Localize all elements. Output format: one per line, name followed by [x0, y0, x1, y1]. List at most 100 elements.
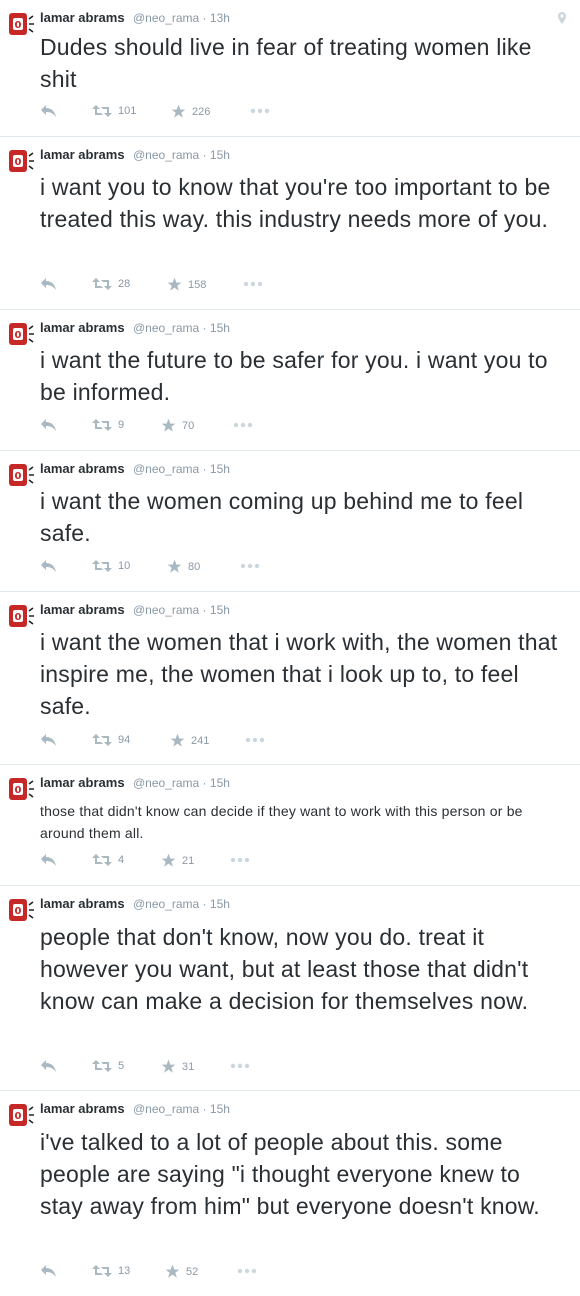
author-handle[interactable]: @neo_rama · 15h	[133, 897, 230, 911]
more-icon	[243, 281, 263, 287]
favorite-button[interactable]: 70	[161, 418, 194, 433]
author-handle[interactable]: @neo_rama · 15h	[133, 776, 230, 790]
tweet-text: i want the future to be safer for you. i…	[40, 347, 548, 405]
tweet[interactable]: 0 lamar abrams @neo_rama · 15h i want th…	[0, 310, 580, 451]
more-button[interactable]	[233, 422, 253, 428]
favorite-button[interactable]: 31	[161, 1059, 194, 1074]
more-button[interactable]	[245, 737, 265, 743]
author-handle[interactable]: @neo_rama · 15h	[133, 321, 230, 335]
more-button[interactable]	[230, 857, 250, 863]
tweet[interactable]: 0 lamar abrams @neo_rama · 15h i want yo…	[0, 137, 580, 310]
star-icon	[167, 277, 182, 291]
more-icon	[230, 1063, 250, 1069]
author-handle[interactable]: @neo_rama · 15h	[133, 462, 230, 476]
author-handle[interactable]: @neo_rama · 13h	[133, 11, 230, 25]
favorite-button[interactable]: 21	[161, 853, 194, 868]
author-name[interactable]: lamar abrams	[40, 461, 125, 476]
reply-button[interactable]	[40, 277, 58, 291]
reply-button[interactable]	[40, 559, 58, 573]
star-icon	[165, 1264, 180, 1278]
avatar-icon[interactable]: 0	[9, 605, 35, 631]
avatar-icon[interactable]: 0	[9, 778, 35, 804]
author-name[interactable]: lamar abrams	[40, 320, 125, 335]
reply-icon	[41, 1060, 56, 1072]
retweet-button[interactable]: 4	[92, 853, 124, 867]
retweet-icon	[92, 419, 112, 431]
author-name[interactable]: lamar abrams	[40, 775, 125, 790]
tweet[interactable]: 0 lamar abrams @neo_rama · 13h Dudes sho…	[0, 0, 580, 137]
author-name[interactable]: lamar abrams	[40, 602, 125, 617]
favorite-count: 31	[182, 1060, 195, 1073]
star-icon	[167, 559, 182, 573]
more-button[interactable]	[240, 563, 260, 569]
reply-button[interactable]	[40, 733, 58, 747]
retweet-count: 5	[118, 1060, 125, 1072]
reply-button[interactable]	[40, 853, 58, 867]
tweet[interactable]: 0 lamar abrams @neo_rama · 15h i've talk…	[0, 1091, 580, 1296]
author-name[interactable]: lamar abrams	[40, 147, 125, 162]
favorite-count: 52	[186, 1265, 199, 1278]
favorite-button[interactable]: 158	[167, 277, 206, 292]
more-icon	[245, 737, 265, 743]
svg-text:0: 0	[15, 1111, 22, 1122]
retweet-button[interactable]: 94	[92, 733, 130, 747]
reply-button[interactable]	[40, 1264, 58, 1278]
retweet-count: 9	[118, 419, 125, 431]
retweet-icon	[92, 560, 112, 572]
favorite-button[interactable]: 52	[165, 1264, 198, 1279]
retweet-count: 94	[118, 734, 131, 746]
retweet-button[interactable]: 101	[92, 104, 136, 118]
more-button[interactable]	[243, 281, 263, 287]
retweet-button[interactable]: 5	[92, 1059, 124, 1073]
author-name[interactable]: lamar abrams	[40, 896, 125, 911]
reply-button[interactable]	[40, 1059, 58, 1073]
retweet-count: 13	[118, 1265, 131, 1277]
retweet-button[interactable]: 13	[92, 1264, 130, 1278]
location-pin-icon[interactable]	[558, 12, 566, 24]
tweet[interactable]: 0 lamar abrams @neo_rama · 15h those tha…	[0, 765, 580, 886]
favorite-count: 241	[191, 734, 210, 747]
author-handle[interactable]: @neo_rama · 15h	[133, 1102, 230, 1116]
tweet-time: 15h	[209, 148, 230, 162]
retweet-icon	[92, 278, 112, 290]
tweet[interactable]: 0 lamar abrams @neo_rama · 15h i want th…	[0, 592, 580, 765]
avatar-icon[interactable]: 0	[9, 899, 35, 925]
tweet-text: i want you to know that you're too impor…	[40, 174, 551, 232]
author-name[interactable]: lamar abrams	[40, 1101, 125, 1116]
favorite-button[interactable]: 80	[167, 559, 200, 574]
star-icon	[161, 1059, 176, 1073]
favorite-count: 70	[182, 419, 195, 432]
retweet-button[interactable]: 28	[92, 277, 130, 291]
avatar-icon[interactable]: 0	[9, 323, 35, 349]
more-icon	[230, 857, 250, 863]
favorite-button[interactable]: 241	[170, 733, 209, 748]
retweet-button[interactable]: 10	[92, 559, 130, 573]
reply-button[interactable]	[40, 418, 58, 432]
more-icon	[233, 422, 253, 428]
reply-button[interactable]	[40, 104, 58, 118]
more-button[interactable]	[230, 1063, 250, 1069]
svg-text:0: 0	[15, 20, 22, 31]
retweet-icon	[92, 105, 112, 117]
avatar-icon[interactable]: 0	[9, 150, 35, 176]
tweet[interactable]: 0 lamar abrams @neo_rama · 15h i want th…	[0, 451, 580, 592]
author-handle[interactable]: @neo_rama · 15h	[133, 603, 230, 617]
tweet-time: 15h	[209, 1102, 230, 1116]
tweet-text: i want the women that i work with, the w…	[40, 629, 558, 719]
avatar-icon[interactable]: 0	[9, 1104, 35, 1130]
retweet-button[interactable]: 9	[92, 418, 124, 432]
star-icon	[161, 418, 176, 432]
more-icon	[237, 1268, 257, 1274]
more-button[interactable]	[237, 1268, 257, 1274]
avatar-icon[interactable]: 0	[9, 464, 35, 490]
more-button[interactable]	[250, 108, 270, 114]
tweet-text: i want the women coming up behind me to …	[40, 488, 524, 546]
author-name[interactable]: lamar abrams	[40, 10, 125, 25]
tweet[interactable]: 0 lamar abrams @neo_rama · 15h people th…	[0, 886, 580, 1091]
tweet-time: 15h	[209, 603, 230, 617]
star-icon	[170, 733, 185, 747]
favorite-button[interactable]: 226	[171, 104, 210, 119]
retweet-icon	[92, 854, 112, 866]
author-handle[interactable]: @neo_rama · 15h	[133, 148, 230, 162]
avatar-icon[interactable]: 0	[9, 13, 35, 39]
